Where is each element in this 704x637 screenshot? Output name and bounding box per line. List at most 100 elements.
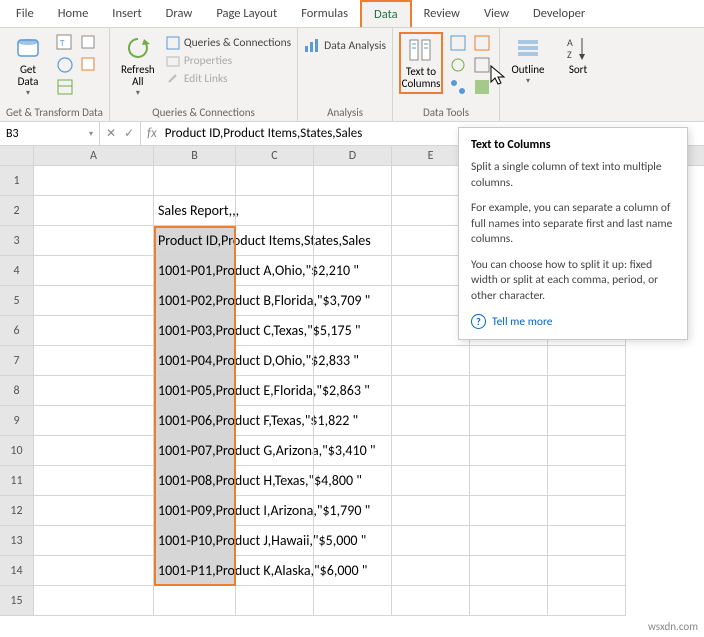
enter-icon[interactable]: ✓: [124, 126, 134, 141]
cell-B13[interactable]: 1001-P10,Product J,Hawaii,"$5,000 ": [154, 526, 236, 556]
cell[interactable]: [34, 526, 154, 556]
cell[interactable]: [392, 466, 470, 496]
cell[interactable]: [392, 526, 470, 556]
row-header-15[interactable]: 15: [0, 586, 34, 616]
row-header-14[interactable]: 14: [0, 556, 34, 586]
cell[interactable]: [34, 586, 154, 616]
cell[interactable]: [548, 556, 626, 586]
row-header-8[interactable]: 8: [0, 376, 34, 406]
remove-duplicates-icon[interactable]: [473, 34, 491, 52]
cell[interactable]: [236, 166, 314, 196]
row-header-1[interactable]: 1: [0, 166, 34, 196]
cell[interactable]: [314, 316, 392, 346]
cell-B3[interactable]: Product ID,Product Items,States,Sales: [154, 226, 236, 256]
cell-B2[interactable]: Sales Report,,,: [154, 196, 236, 226]
tab-insert[interactable]: Insert: [100, 1, 153, 26]
cell[interactable]: [548, 466, 626, 496]
col-header-B[interactable]: B: [154, 146, 236, 165]
row-header-2[interactable]: 2: [0, 196, 34, 226]
consolidate-icon[interactable]: [473, 56, 491, 74]
from-text-icon[interactable]: T: [56, 34, 74, 52]
row-header-5[interactable]: 5: [0, 286, 34, 316]
tell-me-more-link[interactable]: ? Tell me more: [471, 314, 675, 329]
cell[interactable]: [34, 316, 154, 346]
cell[interactable]: [470, 526, 548, 556]
cell[interactable]: [314, 196, 392, 226]
cell-B10[interactable]: 1001-P07,Product G,Arizona,"$3,410 ": [154, 436, 236, 466]
flash-fill-icon[interactable]: [449, 34, 467, 52]
cell[interactable]: [314, 166, 392, 196]
cell-B12[interactable]: 1001-P09,Product I,Arizona,"$1,790 ": [154, 496, 236, 526]
cell[interactable]: [34, 346, 154, 376]
cell[interactable]: [236, 256, 314, 286]
cell[interactable]: [470, 376, 548, 406]
tab-draw[interactable]: Draw: [154, 1, 205, 26]
cell[interactable]: [236, 316, 314, 346]
text-to-columns-button[interactable]: Text toColumns: [399, 32, 443, 94]
col-header-A[interactable]: A: [34, 146, 154, 165]
cell[interactable]: [548, 436, 626, 466]
sort-button[interactable]: AZ Sort: [556, 32, 600, 76]
cell[interactable]: [154, 586, 236, 616]
cell[interactable]: [34, 256, 154, 286]
from-web-icon[interactable]: [56, 56, 74, 74]
select-all-corner[interactable]: [0, 146, 34, 165]
row-header-12[interactable]: 12: [0, 496, 34, 526]
cell[interactable]: [548, 376, 626, 406]
cell[interactable]: [470, 406, 548, 436]
name-box[interactable]: B3 ▾: [0, 122, 100, 145]
tab-file[interactable]: File: [4, 1, 46, 26]
cell[interactable]: [548, 586, 626, 616]
row-header-6[interactable]: 6: [0, 316, 34, 346]
row-header-10[interactable]: 10: [0, 436, 34, 466]
cell[interactable]: [34, 466, 154, 496]
cell[interactable]: [314, 436, 392, 466]
cell-B5[interactable]: 1001-P02,Product B,Florida,"$3,709 ": [154, 286, 236, 316]
cell[interactable]: [392, 496, 470, 526]
recent-sources-icon[interactable]: [80, 34, 98, 52]
refresh-all-button[interactable]: RefreshAll ▾: [116, 32, 160, 98]
cell[interactable]: [548, 406, 626, 436]
cell[interactable]: [314, 466, 392, 496]
tab-home[interactable]: Home: [46, 1, 101, 26]
cell[interactable]: [236, 436, 314, 466]
cell[interactable]: [34, 226, 154, 256]
cell[interactable]: [314, 586, 392, 616]
cell[interactable]: [548, 496, 626, 526]
cell[interactable]: [470, 496, 548, 526]
manage-data-model-icon[interactable]: [473, 78, 491, 96]
queries-connections-button[interactable]: Queries & Connections: [166, 36, 291, 50]
row-header-9[interactable]: 9: [0, 406, 34, 436]
tab-data[interactable]: Data: [360, 0, 412, 27]
cell[interactable]: [314, 556, 392, 586]
cell-B7[interactable]: 1001-P04,Product D,Ohio,"$2,833 ": [154, 346, 236, 376]
tab-view[interactable]: View: [472, 1, 521, 26]
cell-B4[interactable]: 1001-P01,Product A,Ohio,"$2,210 ": [154, 256, 236, 286]
row-header-11[interactable]: 11: [0, 466, 34, 496]
cell[interactable]: [236, 286, 314, 316]
cell-B9[interactable]: 1001-P06,Product F,Texas,"$1,822 ": [154, 406, 236, 436]
cell[interactable]: [34, 286, 154, 316]
tab-pagelayout[interactable]: Page Layout: [204, 1, 289, 26]
cell[interactable]: [236, 376, 314, 406]
cell[interactable]: [236, 466, 314, 496]
cell[interactable]: [34, 166, 154, 196]
col-header-D[interactable]: D: [314, 146, 392, 165]
data-validation-icon[interactable]: [449, 56, 467, 74]
cell[interactable]: [314, 406, 392, 436]
from-table-icon[interactable]: [56, 78, 74, 96]
cell[interactable]: [470, 466, 548, 496]
cell[interactable]: [34, 436, 154, 466]
outline-button[interactable]: Outline ▾: [506, 32, 550, 86]
tab-review[interactable]: Review: [412, 1, 472, 26]
cell[interactable]: [314, 256, 392, 286]
col-header-C[interactable]: C: [236, 146, 314, 165]
cell[interactable]: [392, 376, 470, 406]
cell[interactable]: [470, 346, 548, 376]
cell-B11[interactable]: 1001-P08,Product H,Texas,"$4,800 ": [154, 466, 236, 496]
cell[interactable]: [236, 406, 314, 436]
cell[interactable]: [470, 586, 548, 616]
cell[interactable]: [392, 346, 470, 376]
cell[interactable]: [548, 346, 626, 376]
cell[interactable]: [470, 556, 548, 586]
